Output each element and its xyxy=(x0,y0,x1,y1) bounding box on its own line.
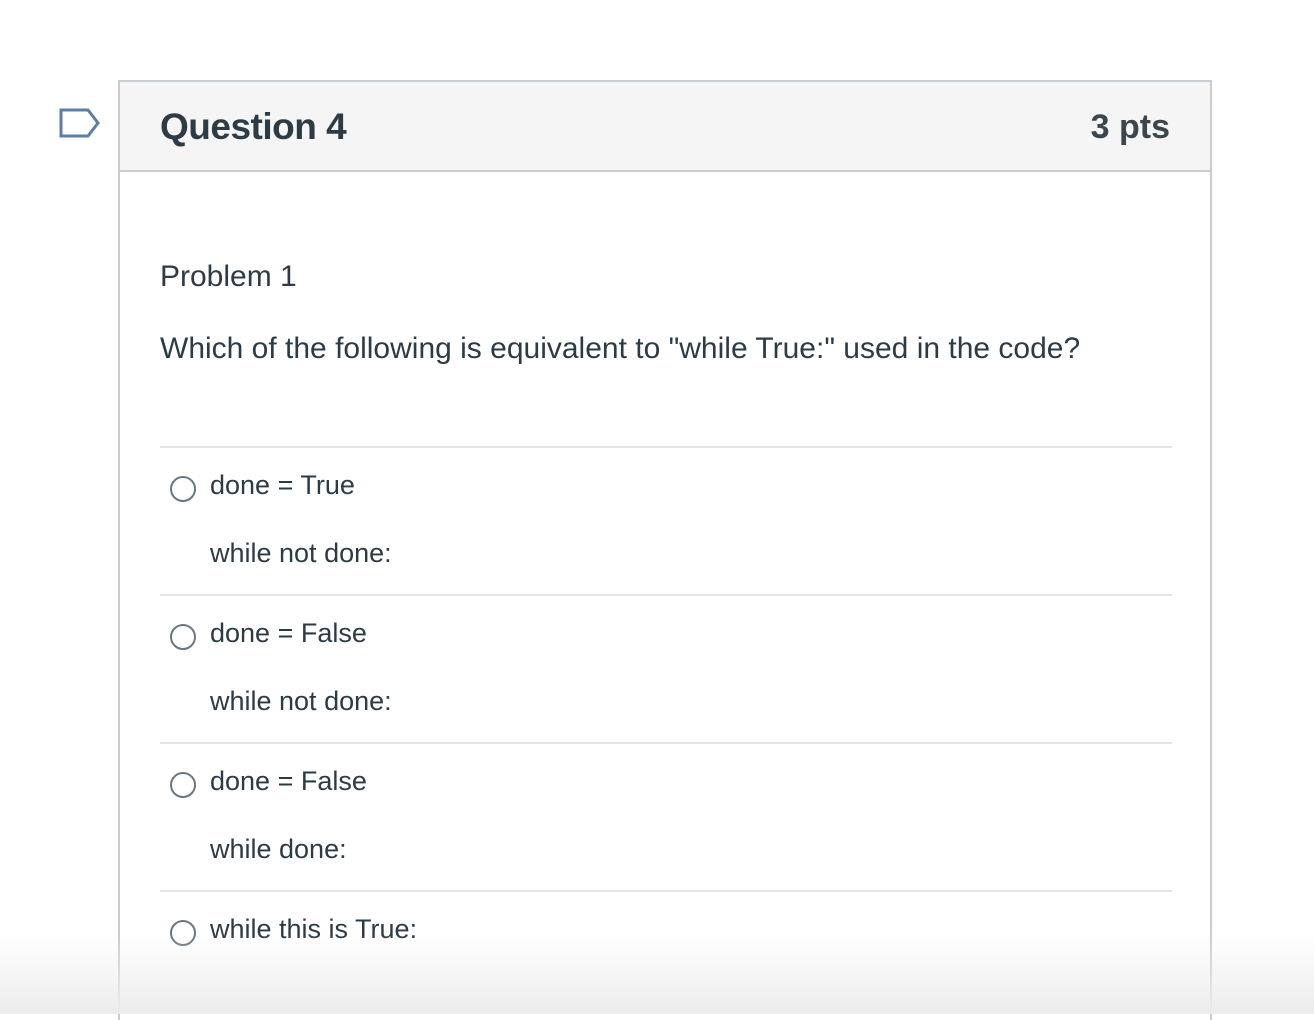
answer-list: done = True while not done: done = False… xyxy=(160,446,1172,1010)
problem-label: Problem 1 xyxy=(160,260,297,293)
answer-text-line2: while not done: xyxy=(210,538,392,568)
radio-button[interactable] xyxy=(170,772,196,798)
radio-button[interactable] xyxy=(170,920,196,946)
flag-question-icon[interactable] xyxy=(58,107,102,143)
answer-text: done = True xyxy=(210,470,355,500)
question-card: Question 4 3 pts Problem 1 Which of the … xyxy=(118,80,1212,1020)
answer-option-4[interactable]: while this is True: xyxy=(160,890,1172,1010)
answer-option-2[interactable]: done = False while not done: xyxy=(160,594,1172,742)
answer-text: done = False xyxy=(210,766,367,796)
answer-text: while this is True: xyxy=(210,914,418,944)
radio-button[interactable] xyxy=(170,476,196,502)
question-title: Question 4 xyxy=(160,106,347,147)
answer-text: done = False xyxy=(210,618,367,648)
radio-button[interactable] xyxy=(170,624,196,650)
answer-text-line2: while done: xyxy=(210,834,347,864)
answer-option-1[interactable]: done = True while not done: xyxy=(160,446,1172,594)
question-text: Which of the following is equivalent to … xyxy=(160,332,1081,365)
answer-option-3[interactable]: done = False while done: xyxy=(160,742,1172,890)
question-points: 3 pts xyxy=(1090,108,1170,146)
answer-text-line2: while not done: xyxy=(210,686,392,716)
question-header: Question 4 3 pts xyxy=(120,82,1210,172)
